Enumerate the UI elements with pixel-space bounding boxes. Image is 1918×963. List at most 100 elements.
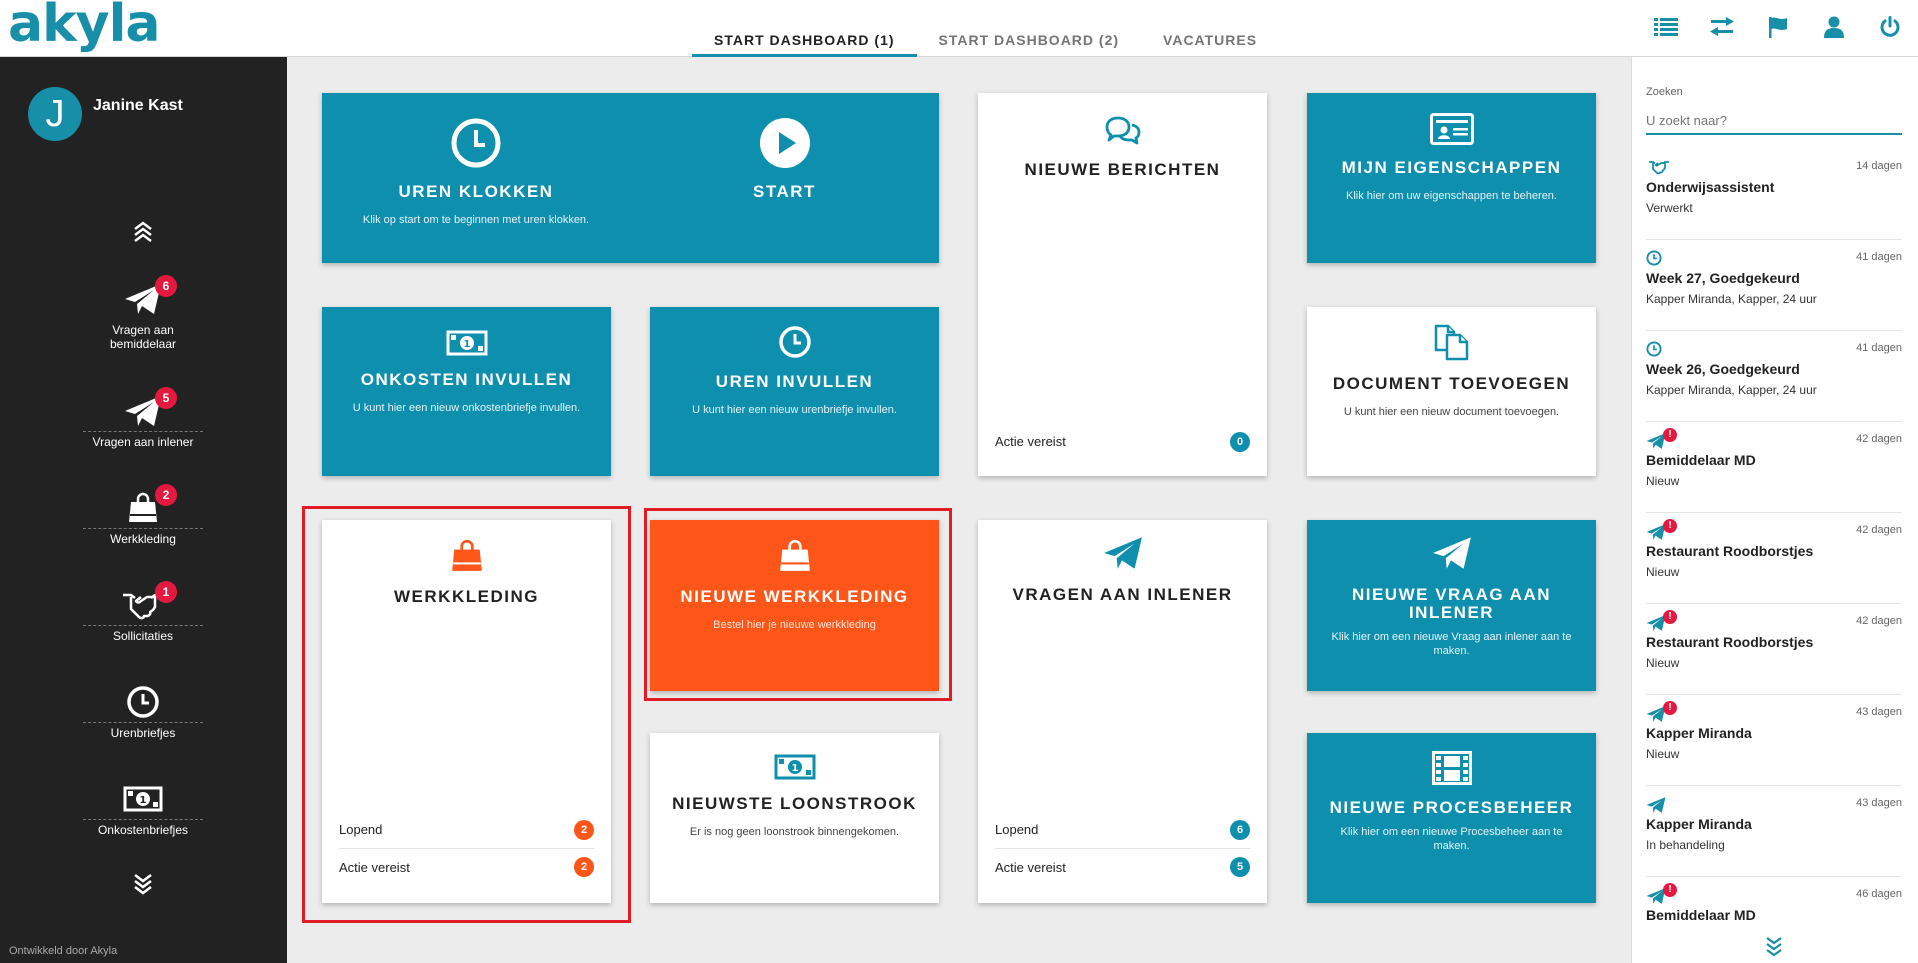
sidebar-item-label: Sollicitaties xyxy=(112,629,174,643)
top-icons xyxy=(1638,12,1918,42)
feed-title: Restaurant Roodborstjes xyxy=(1646,543,1814,559)
sidebar: J Janine Kast 6 Vragen aan bemiddelaar 5… xyxy=(0,57,287,963)
paper-plane-icon: ! xyxy=(1646,701,1677,725)
sidebar-item-label: Vragen aan bemiddelaar xyxy=(109,323,177,351)
tab-vacatures[interactable]: VACATURES xyxy=(1141,0,1279,57)
tile-title: VRAGEN AAN INLENER xyxy=(1012,585,1233,604)
tab-bar: START DASHBOARD (1) START DASHBOARD (2) … xyxy=(692,0,1279,57)
feed-title: Onderwijsassistent xyxy=(1646,179,1775,195)
count-badge: 5 xyxy=(1230,857,1250,877)
tile-nieuwe-procesbeheer[interactable]: NIEUWE PROCESBEHEER Klik hier om een nie… xyxy=(1307,733,1596,903)
tile-description: U kunt hier een nieuw urenbriefje invull… xyxy=(692,404,897,416)
sidebar-badge: 5 xyxy=(155,387,177,409)
sidebar-item-onkostenbriefjes[interactable]: 1 Onkostenbriefjes xyxy=(83,775,203,837)
tile-onkosten-invullen[interactable]: 1 ONKOSTEN INVULLEN U kunt hier een nieu… xyxy=(322,307,611,476)
tab-start-dashboard-2[interactable]: START DASHBOARD (2) xyxy=(917,0,1142,57)
tile-description: Er is nog geen loonstrook binnengekomen. xyxy=(689,826,900,838)
tile-mijn-eigenschappen[interactable]: MIJN EIGENSCHAPPEN Klik hier om uw eigen… xyxy=(1307,93,1596,263)
paper-plane-icon: ! xyxy=(1646,610,1677,634)
feed-item[interactable]: ! 42 dagen Restaurant Roodborstjes Nieuw xyxy=(1646,604,1902,695)
avatar[interactable]: J xyxy=(28,87,82,141)
actie-vereist-row[interactable]: Actie vereist 0 xyxy=(995,423,1250,460)
tile-vragen-aan-inlener[interactable]: VRAGEN AAN INLENER Lopend 6 Actie vereis… xyxy=(978,520,1267,903)
feed-item[interactable]: ! 43 dagen Kapper Miranda Nieuw xyxy=(1646,695,1902,786)
scroll-up-icon[interactable] xyxy=(128,220,158,249)
tab-start-dashboard-1[interactable]: START DASHBOARD (1) xyxy=(692,0,917,57)
tile-document-toevoegen[interactable]: DOCUMENT TOEVOEGEN U kunt hier een nieuw… xyxy=(1307,307,1596,476)
paper-plane-icon xyxy=(1103,537,1142,569)
clock-icon xyxy=(1646,341,1676,361)
paper-plane-icon: ! xyxy=(1646,883,1677,907)
feed-subtitle: In behandeling xyxy=(1646,838,1725,852)
highlight-box xyxy=(644,508,952,701)
money-icon: 1 xyxy=(774,754,815,780)
tile-title: START xyxy=(753,182,816,201)
scroll-down-icon[interactable] xyxy=(1763,935,1785,962)
tile-nieuwe-berichten[interactable]: NIEUWE BERICHTEN Actie vereist 0 xyxy=(978,93,1267,476)
feed-subtitle: Nieuw xyxy=(1646,656,1680,670)
feed-item[interactable]: 43 dagen Kapper Miranda In behandeling xyxy=(1646,786,1902,877)
feed-item[interactable]: ! 42 dagen Bemiddelaar MD Nieuw xyxy=(1646,422,1902,513)
search-input[interactable] xyxy=(1646,107,1902,135)
start-button[interactable]: START xyxy=(630,117,939,201)
feed-item[interactable]: ! 42 dagen Restaurant Roodborstjes Nieuw xyxy=(1646,513,1902,604)
alert-icon: ! xyxy=(1663,610,1677,624)
paper-plane-icon: ! xyxy=(1646,519,1677,543)
feed-item[interactable]: 41 dagen Week 27, Goedgekeurd Kapper Miran… xyxy=(1646,240,1902,331)
feed-subtitle: Kapper Miranda, Kapper, 24 uur xyxy=(1646,292,1817,306)
tile-title: UREN KLOKKEN xyxy=(398,182,554,201)
tile-title: NIEUWE BERICHTEN xyxy=(1024,160,1221,179)
sidebar-badge: 2 xyxy=(155,484,177,506)
clock-icon xyxy=(451,118,501,168)
row-label: Actie vereist xyxy=(995,859,1066,875)
search-label: Zoeken xyxy=(1646,86,1683,98)
transfer-icon[interactable] xyxy=(1694,12,1750,42)
feed-item[interactable]: 14 dagen Onderwijsassistent Verwerkt xyxy=(1646,149,1902,240)
tile-title: MIJN EIGENSCHAPPEN xyxy=(1341,158,1562,177)
feed-date: 41 dagen xyxy=(1856,342,1902,354)
count-badge: 0 xyxy=(1230,431,1250,452)
sidebar-item-sollicitaties[interactable]: 1 Sollicitaties xyxy=(83,581,203,643)
svg-text:1: 1 xyxy=(140,795,147,806)
play-icon xyxy=(759,118,810,168)
sidebar-item-urenbriefjes[interactable]: Urenbriefjes xyxy=(83,678,203,740)
row-label: Lopend xyxy=(995,822,1039,837)
lopend-row[interactable]: Lopend 6 xyxy=(995,811,1250,848)
tile-nieuwste-loonstrook[interactable]: 1 NIEUWSTE LOONSTROOK Er is nog geen loo… xyxy=(650,733,939,903)
money-icon: 1 xyxy=(446,330,487,356)
feed-date: 42 dagen xyxy=(1856,615,1902,627)
akyla-logo[interactable]: akyla xyxy=(8,0,160,54)
sidebar-item-vragen-inlener[interactable]: 5 Vragen aan inlener xyxy=(83,387,203,449)
user-icon[interactable] xyxy=(1806,12,1862,42)
tile-nieuwe-vraag-aan-inlener[interactable]: NIEUWE VRAAG AAN INLENER Klik hier om ee… xyxy=(1307,520,1596,691)
tile-description: Klik op start om te beginnen met uren kl… xyxy=(362,214,590,226)
clock-icon xyxy=(127,686,159,718)
list-icon[interactable] xyxy=(1638,12,1694,42)
feed-item[interactable]: 41 dagen Week 26, Goedgekeurd Kapper Miran… xyxy=(1646,331,1902,422)
tile-title: DOCUMENT TOEVOEGEN xyxy=(1332,374,1571,393)
top-bar: akyla START DASHBOARD (1) START DASHBOAR… xyxy=(0,0,1918,57)
clock-icon xyxy=(1646,250,1676,270)
scroll-down-icon[interactable] xyxy=(128,872,158,901)
documents-icon xyxy=(1434,324,1468,361)
feed-title: Kapper Miranda xyxy=(1646,816,1752,832)
tile-uren-klokken[interactable]: UREN KLOKKEN Klik op start om te beginne… xyxy=(322,93,939,263)
feed-title: Bemiddelaar MD xyxy=(1646,907,1756,923)
power-icon[interactable] xyxy=(1862,12,1918,42)
chat-bubbles-icon xyxy=(1105,116,1140,145)
tile-uren-invullen[interactable]: UREN INVULLEN U kunt hier een nieuw uren… xyxy=(650,307,939,476)
sidebar-item-werkkleding[interactable]: 2 Werkkleding xyxy=(83,484,203,546)
activity-panel: Zoeken 14 dagen Onderwijsassistent Verwerk… xyxy=(1631,57,1918,963)
user-name: Janine Kast xyxy=(93,97,183,114)
uren-klokken-section[interactable]: UREN KLOKKEN Klik op start om te beginne… xyxy=(322,117,630,227)
feed-date: 43 dagen xyxy=(1856,706,1902,718)
sidebar-item-vragen-bemiddelaar[interactable]: 6 Vragen aan bemiddelaar xyxy=(83,275,203,351)
tile-description: U kunt hier een nieuw document toevoegen… xyxy=(1343,406,1560,418)
flag-icon[interactable] xyxy=(1750,12,1806,42)
tile-description: Klik hier om uw eigenschappen te beheren… xyxy=(1346,190,1557,202)
sidebar-item-label: Onkostenbriefjes xyxy=(97,823,189,837)
actie-vereist-row[interactable]: Actie vereist 5 xyxy=(995,848,1250,885)
feed-title: Bemiddelaar MD xyxy=(1646,452,1756,468)
feed-date: 43 dagen xyxy=(1856,797,1902,809)
sidebar-badge: 6 xyxy=(155,275,177,297)
